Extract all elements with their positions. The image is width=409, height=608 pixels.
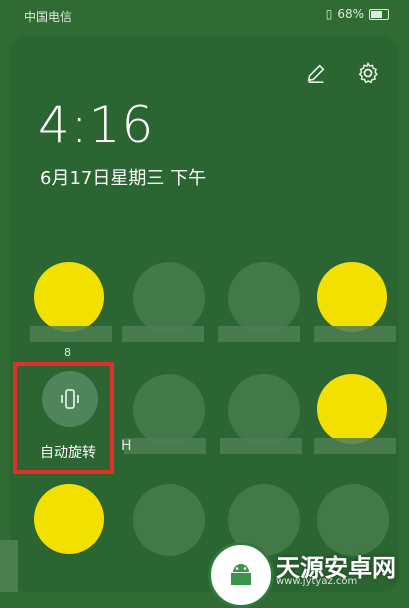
panel-top-icons (303, 60, 381, 86)
quick-tile-12[interactable] (317, 484, 389, 556)
quick-tile-2[interactable] (133, 262, 205, 334)
tile-label-6 (124, 438, 206, 454)
status-bar: 中国电信 ▯ 68% (0, 0, 409, 32)
quick-tile-8[interactable] (317, 374, 387, 444)
tile-sublabel: 8 (64, 346, 71, 359)
tile-label-1 (30, 326, 112, 342)
quick-tile-4[interactable] (317, 262, 387, 332)
watermark-url: www.jytyaz.com (276, 576, 358, 587)
tile-label-partial: H (121, 438, 132, 454)
status-right: ▯ 68% (326, 7, 389, 21)
tile-label-2 (122, 326, 204, 342)
gear-icon (358, 61, 378, 84)
time-display: 4:16 (38, 96, 155, 154)
tile-label-4 (314, 326, 396, 342)
pencil-icon (307, 64, 325, 83)
auto-rotate-label: 自动旋转 (40, 445, 96, 461)
quick-tile-10[interactable] (133, 484, 205, 556)
quick-tile-1[interactable] (34, 262, 104, 332)
vibrate-icon: ▯ (325, 7, 333, 21)
date-display: 6月17日星期三 下午 (40, 168, 207, 189)
android-icon (231, 564, 251, 585)
carrier-text: 中国电信 (24, 10, 73, 24)
edge-strip (0, 540, 18, 592)
phone-rotate-icon (61, 389, 79, 409)
settings-button[interactable] (355, 60, 381, 86)
battery-text: 68% (337, 7, 364, 21)
quick-tile-6[interactable] (133, 374, 205, 446)
edit-button[interactable] (303, 60, 329, 86)
tile-label-8 (314, 438, 396, 454)
tile-label-7 (220, 438, 302, 454)
tile-label-3 (218, 326, 300, 342)
quick-tile-9[interactable] (34, 484, 104, 554)
battery-icon (369, 8, 389, 20)
auto-rotate-button[interactable] (42, 371, 98, 427)
quick-tile-3[interactable] (228, 262, 300, 334)
watermark-logo (208, 542, 274, 608)
quick-tile-7[interactable] (228, 374, 300, 446)
